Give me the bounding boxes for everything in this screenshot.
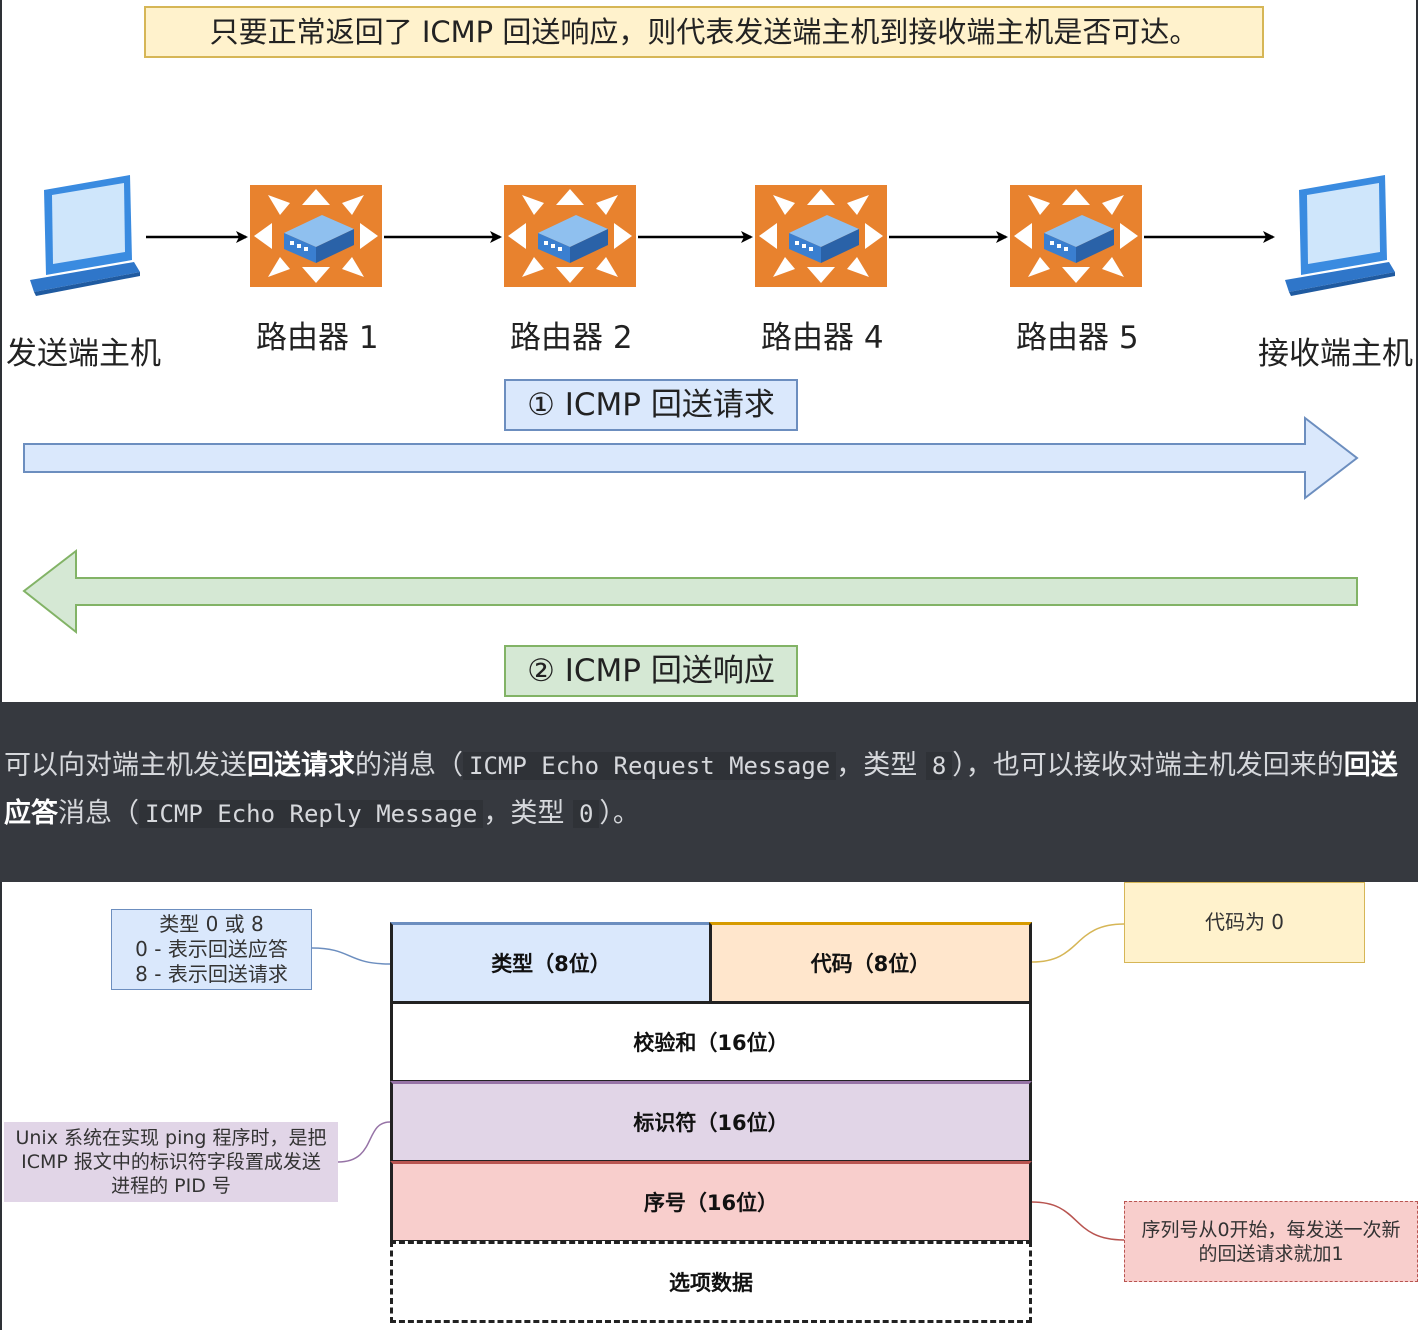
text-segment: ，类型 (483, 798, 565, 829)
reply-direction-arrow (22, 548, 1358, 635)
text-segment: 可以向对端主机发送 (4, 750, 247, 781)
sequence-field: 序号（16位） (390, 1161, 1032, 1243)
code-note: 代码为 0 (1124, 882, 1365, 963)
identifier-note-line: ICMP 报文中的标识符字段置成发送 (21, 1151, 321, 1173)
sender-laptop-icon (30, 175, 140, 296)
router-2-label: 路由器 2 (510, 320, 633, 356)
receiver-label: 接收端主机 (1258, 336, 1413, 372)
code-echo-request-message: ICMP Echo Request Message (463, 752, 837, 780)
type-note-connector (311, 947, 391, 965)
type-note-line: 0 - 表示回送应答 (135, 937, 288, 961)
identifier-note: Unix 系统在实现 ping 程序时，是把 ICMP 报文中的标识符字段置成发… (4, 1122, 338, 1202)
explanation-section: 可以向对端主机发送回送请求的消息（ ICMP Echo Request Messa… (0, 702, 1418, 882)
code-field: 代码（8位） (709, 922, 1032, 1004)
code-note-connector (1031, 923, 1125, 963)
sender-label: 发送端主机 (6, 336, 161, 372)
sequence-note-connector (1031, 1201, 1125, 1241)
type-note-line: 8 - 表示回送请求 (135, 962, 288, 986)
sequence-note-line: 的回送请求就加1 (1198, 1242, 1344, 1265)
request-step-label: ① ICMP 回送请求 (504, 379, 798, 431)
code-type-8: 8 (925, 752, 953, 780)
icmp-path-diagram: 只要正常返回了 ICMP 回送响应，则代表发送端主机到接收端主机是否可达。 发送… (0, 0, 1418, 702)
router-4-icon (755, 185, 887, 287)
text-segment: ），也可以接收对端主机发回来的 (952, 750, 1344, 781)
path-diagram-svg (22, 175, 1395, 635)
text-segment: ，类型 (836, 750, 918, 781)
sequence-note: 序列号从0开始，每发送一次新 的回送请求就加1 (1124, 1201, 1418, 1282)
router-4-label: 路由器 4 (761, 320, 884, 356)
router-5-icon (1010, 185, 1142, 287)
identifier-note-line: 进程的 PID 号 (111, 1175, 231, 1197)
identifier-note-connector (337, 1121, 391, 1163)
identifier-field: 标识符（16位） (390, 1081, 1032, 1163)
bold-echo-request: 回送请求 (247, 750, 355, 781)
reply-step-label: ② ICMP 回送响应 (504, 645, 798, 697)
options-field: 选项数据 (390, 1241, 1032, 1323)
checksum-field: 校验和（16位） (390, 1001, 1032, 1083)
sequence-note-line: 序列号从0开始，每发送一次新 (1141, 1218, 1401, 1241)
explanation-paragraph: 可以向对端主机发送回送请求的消息（ ICMP Echo Request Messa… (4, 742, 1414, 838)
icmp-packet-format-diagram: 类型（8位） 代码（8位） 校验和（16位） 标识符（16位） 序号（16位） … (0, 882, 1418, 1330)
router-5-label: 路由器 5 (1016, 320, 1139, 356)
router-1-label: 路由器 1 (256, 320, 379, 356)
code-echo-reply-message: ICMP Echo Reply Message (139, 800, 484, 828)
type-note: 类型 0 或 8 0 - 表示回送应答 8 - 表示回送请求 (111, 909, 312, 990)
text-segment: ）。 (599, 798, 640, 829)
router-2-icon (504, 185, 636, 287)
code-type-0: 0 (572, 800, 600, 828)
identifier-note-line: Unix 系统在实现 ping 程序时，是把 (15, 1127, 327, 1149)
text-segment: 的消息（ (355, 750, 463, 781)
type-field: 类型（8位） (390, 922, 712, 1004)
router-1-icon (250, 185, 382, 287)
receiver-laptop-icon (1285, 175, 1395, 296)
type-note-line: 类型 0 或 8 (159, 912, 264, 936)
text-segment: 消息（ (58, 798, 139, 829)
